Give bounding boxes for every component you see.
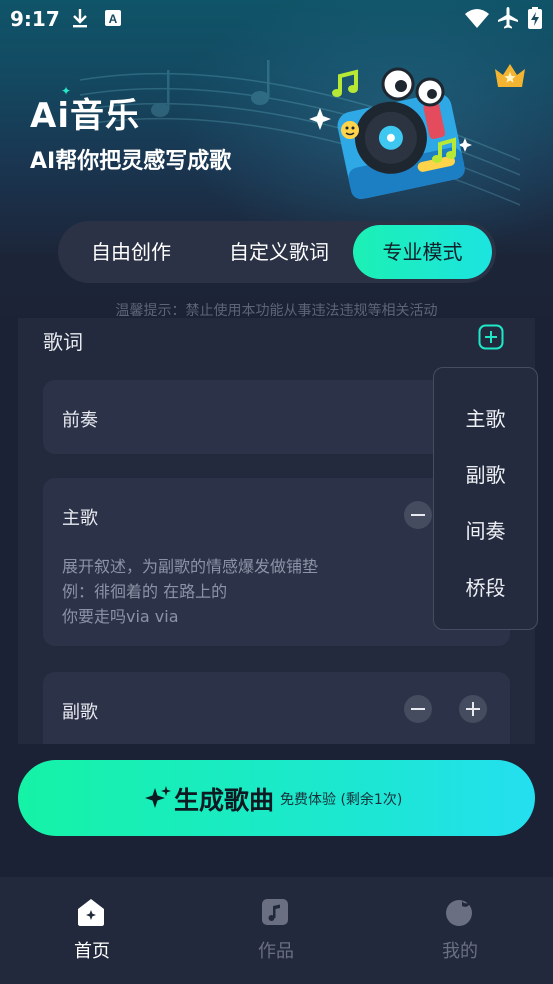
wifi-icon <box>465 9 489 28</box>
notice-text: 温馨提示：禁止使用本功能从事违法违规等相关活动 <box>115 303 438 319</box>
status-time: 9:17 <box>10 7 60 31</box>
sparkle-icon <box>145 786 171 808</box>
tab-custom-lyrics[interactable]: 自定义歌词 <box>202 221 356 283</box>
generate-song-button[interactable]: 生成歌曲 免费体验 (剩余1次) <box>18 760 535 836</box>
a-box-icon: A <box>105 10 121 26</box>
section-label-chorus: 副歌 <box>62 702 98 723</box>
music-note-icon <box>262 899 288 925</box>
menu-item-interlude[interactable]: 间奏 <box>434 515 537 544</box>
airplane-icon <box>498 7 518 29</box>
bottom-nav: 首页 作品 我的 <box>0 877 553 984</box>
tab-pro-mode[interactable]: 专业模式 <box>353 225 492 279</box>
section-label-intro: 前奏 <box>62 410 98 431</box>
app-title: Ai音乐 ✦ <box>30 84 140 137</box>
app-title-text: Ai音乐 <box>30 96 140 136</box>
svg-text:A: A <box>109 12 118 26</box>
menu-item-chorus[interactable]: 副歌 <box>434 459 537 488</box>
menu-item-verse[interactable]: 主歌 <box>434 403 537 432</box>
section-type-dropdown: 主歌 副歌 间奏 桥段 <box>433 367 538 630</box>
nav-label-home: 首页 <box>74 941 110 962</box>
sparkle-icon: ✦ <box>61 84 73 98</box>
add-line-button[interactable] <box>459 695 487 723</box>
app-subtitle: AI帮你把灵感写成歌 <box>30 149 232 174</box>
status-bar: 9:17 A <box>0 0 553 38</box>
record-player-mascot-illustration <box>309 67 472 200</box>
tab-free-creation[interactable]: 自由创作 <box>66 221 196 283</box>
nav-item-profile[interactable]: 我的 <box>368 877 552 984</box>
download-icon <box>73 9 87 28</box>
generate-label: 生成歌曲 <box>174 786 275 815</box>
free-trial-label: 免费体验 (剩余1次) <box>280 792 403 808</box>
mode-tab-bar: 自由创作 自定义歌词 专业模式 <box>58 221 496 283</box>
battery-charging-icon <box>528 7 542 29</box>
nav-label-works: 作品 <box>258 941 294 962</box>
lyrics-title: 歌词 <box>43 330 83 354</box>
profile-icon <box>446 900 472 926</box>
nav-label-profile: 我的 <box>442 941 478 962</box>
section-label-verse: 主歌 <box>62 508 98 529</box>
menu-item-bridge[interactable]: 桥段 <box>434 572 537 601</box>
nav-item-home[interactable]: 首页 <box>0 877 184 984</box>
lyrics-section-card[interactable]: 副歌 <box>43 672 510 744</box>
crown-icon[interactable] <box>493 60 527 90</box>
remove-section-button[interactable] <box>404 695 432 723</box>
nav-item-works[interactable]: 作品 <box>184 877 368 984</box>
add-section-button[interactable] <box>478 324 504 350</box>
home-icon <box>78 899 104 926</box>
section-lyrics-text[interactable]: 展开叙述，为副歌的情感爆发做铺垫 例：徘徊着的 在路上的 你要走吗via via <box>62 554 318 629</box>
remove-section-button[interactable] <box>404 501 432 529</box>
